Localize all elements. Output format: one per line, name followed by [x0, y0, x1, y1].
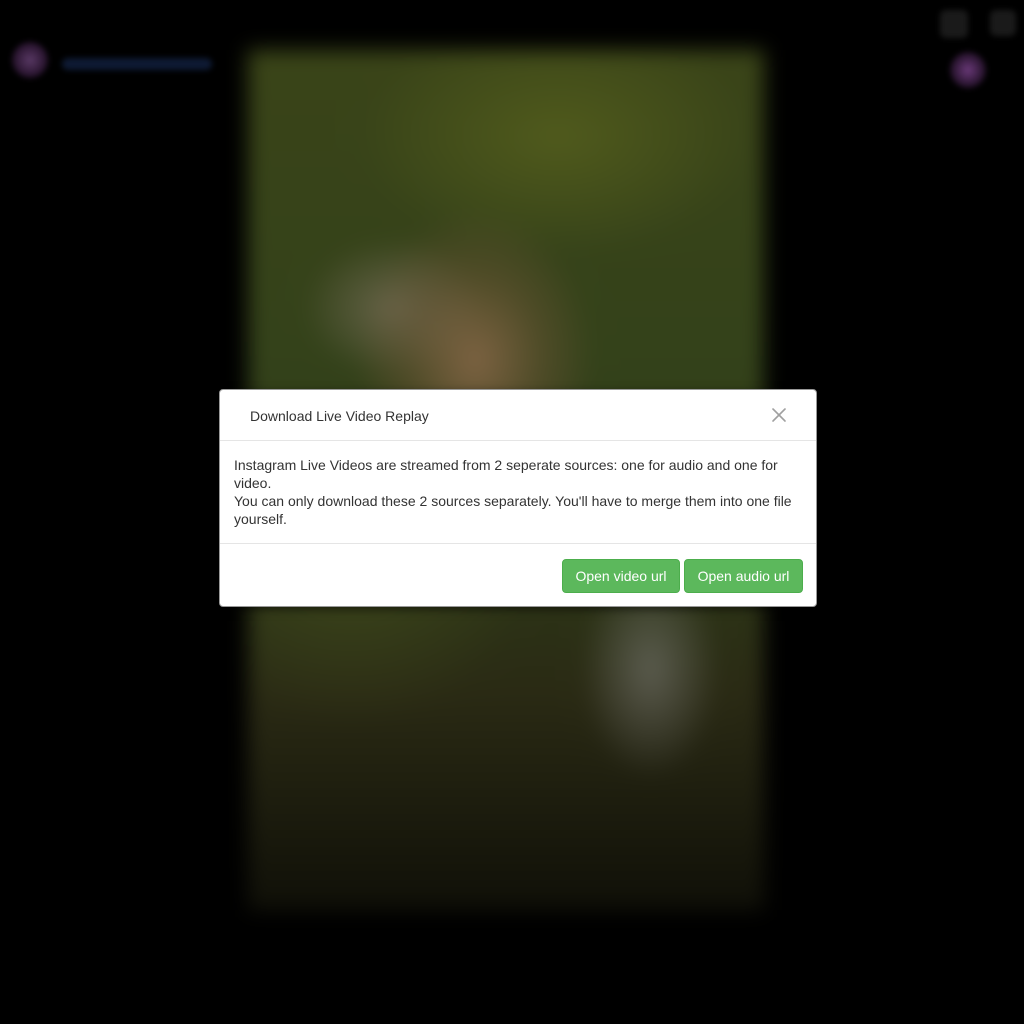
- story-viewer: Download Live Video Replay Instagram Liv…: [0, 0, 1024, 1024]
- modal-title: Download Live Video Replay: [250, 408, 429, 424]
- open-video-url-button[interactable]: Open video url: [562, 559, 680, 593]
- modal-body-line: You can only download these 2 sources se…: [234, 493, 792, 527]
- background-control: [940, 10, 968, 38]
- story-author-username: [62, 58, 212, 70]
- modal-body-line: Instagram Live Videos are streamed from …: [234, 457, 778, 491]
- close-button[interactable]: [768, 404, 790, 426]
- story-author-avatar: [12, 42, 48, 78]
- modal-body: Instagram Live Videos are streamed from …: [220, 441, 816, 544]
- modal-header: Download Live Video Replay: [220, 390, 816, 441]
- download-live-video-modal: Download Live Video Replay Instagram Liv…: [219, 389, 817, 607]
- open-audio-url-button[interactable]: Open audio url: [684, 559, 803, 593]
- next-story-avatar: [950, 52, 986, 88]
- background-control: [990, 10, 1016, 36]
- close-icon: [772, 408, 786, 422]
- modal-footer: Open video url Open audio url: [220, 544, 816, 606]
